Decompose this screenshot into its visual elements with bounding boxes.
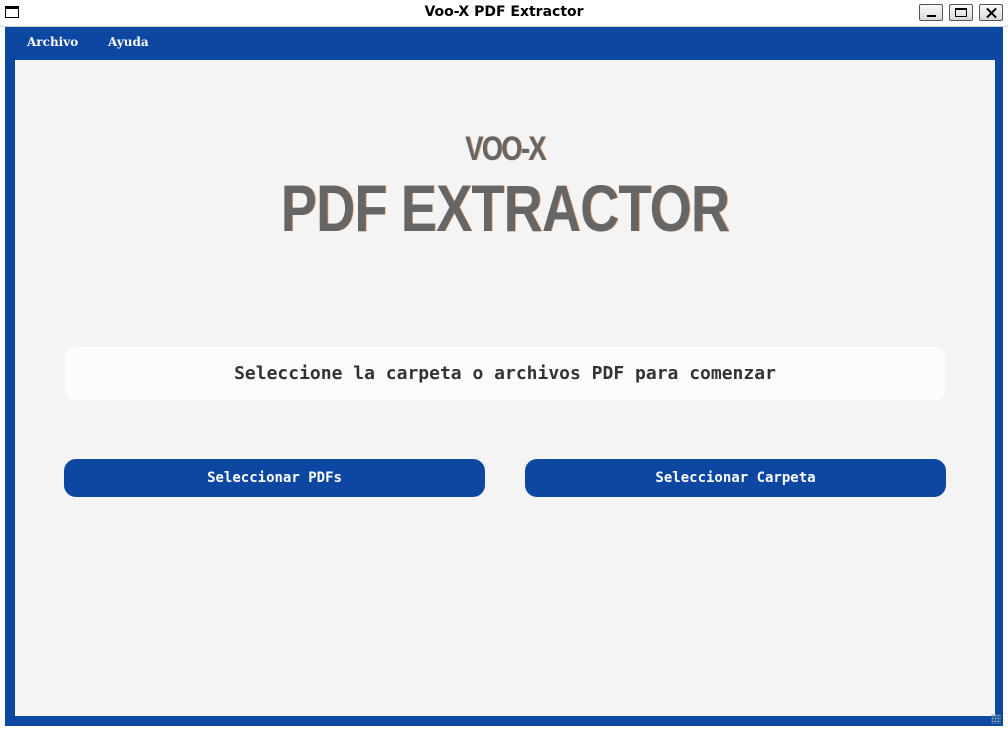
logo-brand: VOO-X	[465, 130, 546, 168]
maximize-button[interactable]	[949, 4, 973, 21]
window-title: Voo-X PDF Extractor	[424, 4, 584, 20]
menu-archivo[interactable]: Archivo	[27, 35, 78, 49]
logo-title: PDF EXTRACTOR	[280, 171, 730, 245]
main-content: VOO-X PDF EXTRACTOR Seleccione la carpet…	[15, 60, 995, 716]
menu-ayuda[interactable]: Ayuda	[108, 35, 149, 49]
close-button[interactable]	[979, 4, 1003, 21]
title-bar: Voo-X PDF Extractor	[0, 0, 1008, 27]
resize-grip-icon[interactable]	[991, 714, 1001, 724]
select-folder-button[interactable]: Seleccionar Carpeta	[525, 459, 946, 497]
select-pdfs-button[interactable]: Seleccionar PDFs	[64, 459, 485, 497]
menu-bar: Archivo Ayuda	[5, 27, 1003, 60]
app-window: Archivo Ayuda VOO-X PDF EXTRACTOR Selecc…	[5, 27, 1003, 726]
status-message: Seleccione la carpeta o archivos PDF par…	[65, 347, 945, 400]
minimize-button[interactable]	[919, 4, 943, 21]
